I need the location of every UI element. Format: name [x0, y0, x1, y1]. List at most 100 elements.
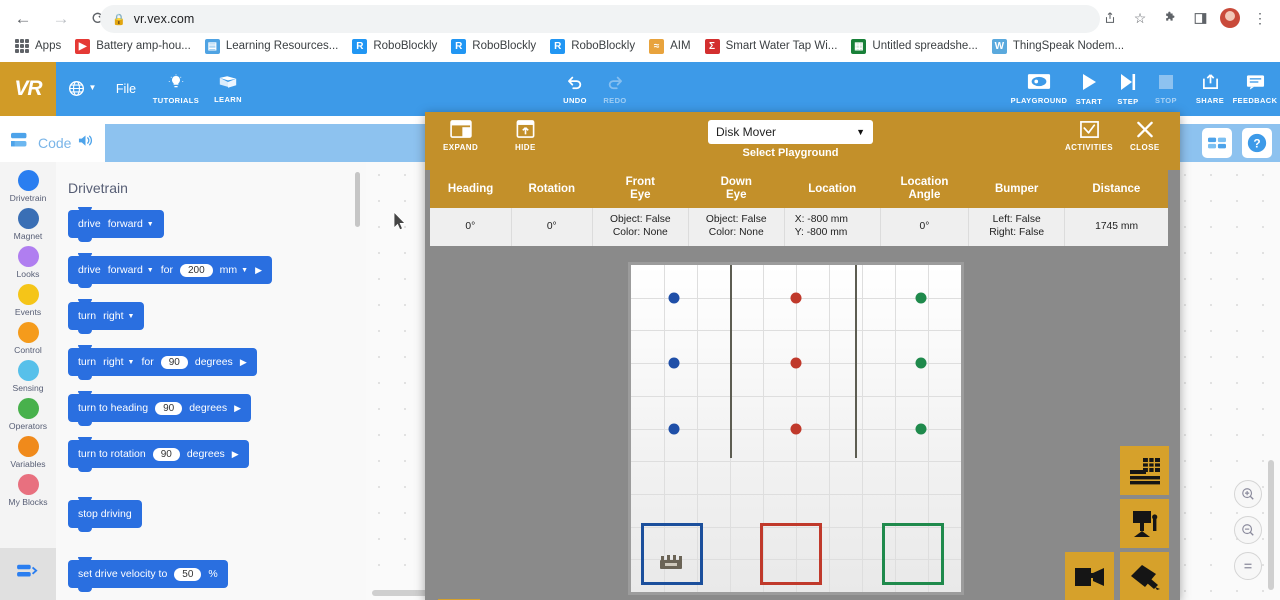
add-extension-button[interactable]	[0, 548, 56, 600]
learn-button[interactable]: LEARN	[206, 62, 250, 116]
tab-code[interactable]: Code	[0, 124, 105, 162]
expand-button[interactable]: EXPAND	[443, 118, 478, 152]
tutorials-button[interactable]: TUTORIALS	[152, 62, 200, 116]
sidebar-item-events[interactable]: Events	[0, 284, 56, 317]
block-turn-for[interactable]: turn right ▼ for 90 degrees ▶	[68, 345, 257, 380]
share-icon[interactable]	[1096, 4, 1124, 32]
block-drive-for[interactable]: drive forward ▼ for 200 mm ▼ ▶	[68, 253, 273, 288]
redo-button[interactable]: REDO	[596, 62, 634, 116]
block-turn[interactable]: turn right ▼	[68, 299, 145, 334]
step-button[interactable]: STEP	[1110, 62, 1146, 116]
toolbox-icon[interactable]	[1202, 128, 1232, 158]
block-number-input[interactable]: 50	[174, 567, 202, 581]
field-disk-red[interactable]	[790, 292, 802, 304]
address-bar[interactable]: 🔒 vr.vex.com	[100, 5, 1100, 33]
field-disk-red[interactable]	[790, 423, 802, 434]
block-turn-to-heading[interactable]: turn to heading 90 degrees ▶	[68, 391, 252, 426]
workspace-vertical-scrollbar[interactable]	[1268, 460, 1274, 590]
block-turn-to-rotation[interactable]: turn to rotation 90 degrees ▶	[68, 437, 249, 472]
undo-button[interactable]: UNDO	[556, 62, 594, 116]
field-disk-green[interactable]	[915, 357, 927, 369]
sidebar-item-operators[interactable]: Operators	[0, 398, 56, 431]
chrome-menu-icon[interactable]: ⋮	[1246, 4, 1274, 32]
chevron-down-icon: ▼	[146, 220, 154, 228]
block-run-icon[interactable]: ▶	[234, 403, 241, 414]
block-dropdown[interactable]: right ▼	[103, 356, 134, 368]
share-button[interactable]: SHARE	[1190, 62, 1230, 116]
sidebar-item-variables[interactable]: Variables	[0, 436, 56, 469]
zoom-reset-icon[interactable]	[1234, 552, 1262, 580]
block-set-drive-velocity[interactable]: set drive velocity to 50 %	[68, 557, 228, 592]
col-heading: Heading	[430, 170, 512, 209]
sidebar-item-sensing[interactable]: Sensing	[0, 360, 56, 393]
table-header-row: Heading Rotation Front Eye Down Eye Locati…	[430, 170, 1168, 209]
video-camera-icon	[1074, 567, 1104, 586]
sidebar-item-my-blocks[interactable]: My Blocks	[0, 474, 56, 507]
bookmark-item[interactable]: R RoboBlockly	[543, 35, 642, 58]
hide-button[interactable]: HIDE	[515, 118, 536, 152]
file-menu[interactable]: File	[112, 62, 140, 116]
field-disk-blue[interactable]	[668, 357, 680, 369]
camera-angle-button[interactable]	[1120, 499, 1169, 548]
field-disk-red[interactable]	[790, 357, 802, 369]
zoom-in-icon[interactable]	[1234, 480, 1262, 508]
help-button[interactable]: ?	[1242, 128, 1272, 158]
field-disk-blue[interactable]	[668, 423, 680, 434]
block-number-input[interactable]: 90	[155, 401, 183, 415]
block-number-input[interactable]: 90	[152, 447, 180, 461]
block-number-input[interactable]: 90	[160, 355, 188, 369]
playground-select[interactable]: Disk Mover ▼	[708, 120, 873, 144]
block-dropdown[interactable]: forward ▼	[108, 218, 154, 230]
block-dropdown[interactable]: right ▼	[103, 310, 134, 322]
sidebar-item-control[interactable]: Control	[0, 322, 56, 355]
workspace-horizontal-scrollbar[interactable]	[372, 590, 432, 596]
close-button[interactable]: CLOSE	[1130, 118, 1160, 152]
bookmark-item[interactable]: W ThingSpeak Nodem...	[985, 35, 1131, 58]
bookmark-item[interactable]: ≈ AIM	[642, 35, 697, 58]
stop-button[interactable]: STOP	[1148, 62, 1184, 116]
block-number-input[interactable]: 200	[179, 263, 213, 277]
activities-button[interactable]: ACTIVITIES	[1065, 118, 1113, 152]
data-view-button[interactable]	[1120, 446, 1169, 495]
language-selector[interactable]: ▼	[60, 62, 104, 116]
learning-icon: ▤	[204, 38, 220, 54]
palette-scrollbar[interactable]	[355, 172, 360, 227]
side-panel-icon[interactable]	[1186, 4, 1214, 32]
extensions-puzzle-icon[interactable]	[1156, 4, 1184, 32]
sidebar-item-looks[interactable]: Looks	[0, 246, 56, 279]
bookmark-item[interactable]: ▤ Learning Resources...	[198, 35, 346, 58]
playground-field[interactable]	[628, 262, 964, 595]
bookmark-star-icon[interactable]: ☆	[1126, 4, 1154, 32]
col-distance: Distance	[1064, 170, 1168, 209]
video-view-button[interactable]	[1065, 552, 1114, 600]
block-drive[interactable]: drive forward ▼	[68, 207, 164, 242]
bookmark-item[interactable]: R RoboBlockly	[444, 35, 543, 58]
field-disk-green[interactable]	[915, 292, 927, 304]
field-view-button[interactable]	[1120, 552, 1169, 600]
field-disk-green[interactable]	[915, 423, 927, 434]
sidebar-item-magnet[interactable]: Magnet	[0, 208, 56, 241]
bookmark-item[interactable]: Apps	[8, 35, 68, 57]
block-run-icon[interactable]: ▶	[255, 265, 262, 276]
bookmark-item[interactable]: R RoboBlockly	[345, 35, 444, 58]
profile-avatar[interactable]	[1216, 4, 1244, 32]
sidebar-item-drivetrain[interactable]: Drivetrain	[0, 170, 56, 203]
bookmark-item[interactable]: ▦ Untitled spreadshe...	[844, 35, 984, 58]
block-run-icon[interactable]: ▶	[240, 357, 247, 368]
speaker-icon[interactable]	[77, 133, 94, 153]
back-button[interactable]: ←	[8, 3, 38, 33]
forward-button[interactable]: →	[46, 3, 76, 33]
zoom-out-icon[interactable]	[1234, 516, 1262, 544]
field-disk-blue[interactable]	[668, 292, 680, 304]
bookmark-item[interactable]: Σ Smart Water Tap Wi...	[698, 35, 845, 58]
vr-robot-icon[interactable]	[658, 553, 684, 573]
start-button[interactable]: START	[1070, 62, 1108, 116]
playground-button[interactable]: PLAYGROUND	[1010, 62, 1068, 116]
playground-select-value: Disk Mover	[716, 125, 777, 139]
block-unit-dropdown[interactable]: mm ▼	[220, 264, 248, 276]
block-stop-driving[interactable]: stop driving	[68, 497, 142, 532]
block-dropdown[interactable]: forward ▼	[108, 264, 154, 276]
bookmark-item[interactable]: ▶ Battery amp-hou...	[68, 35, 198, 58]
block-run-icon[interactable]: ▶	[232, 449, 239, 460]
feedback-button[interactable]: FEEDBACK	[1232, 62, 1278, 116]
